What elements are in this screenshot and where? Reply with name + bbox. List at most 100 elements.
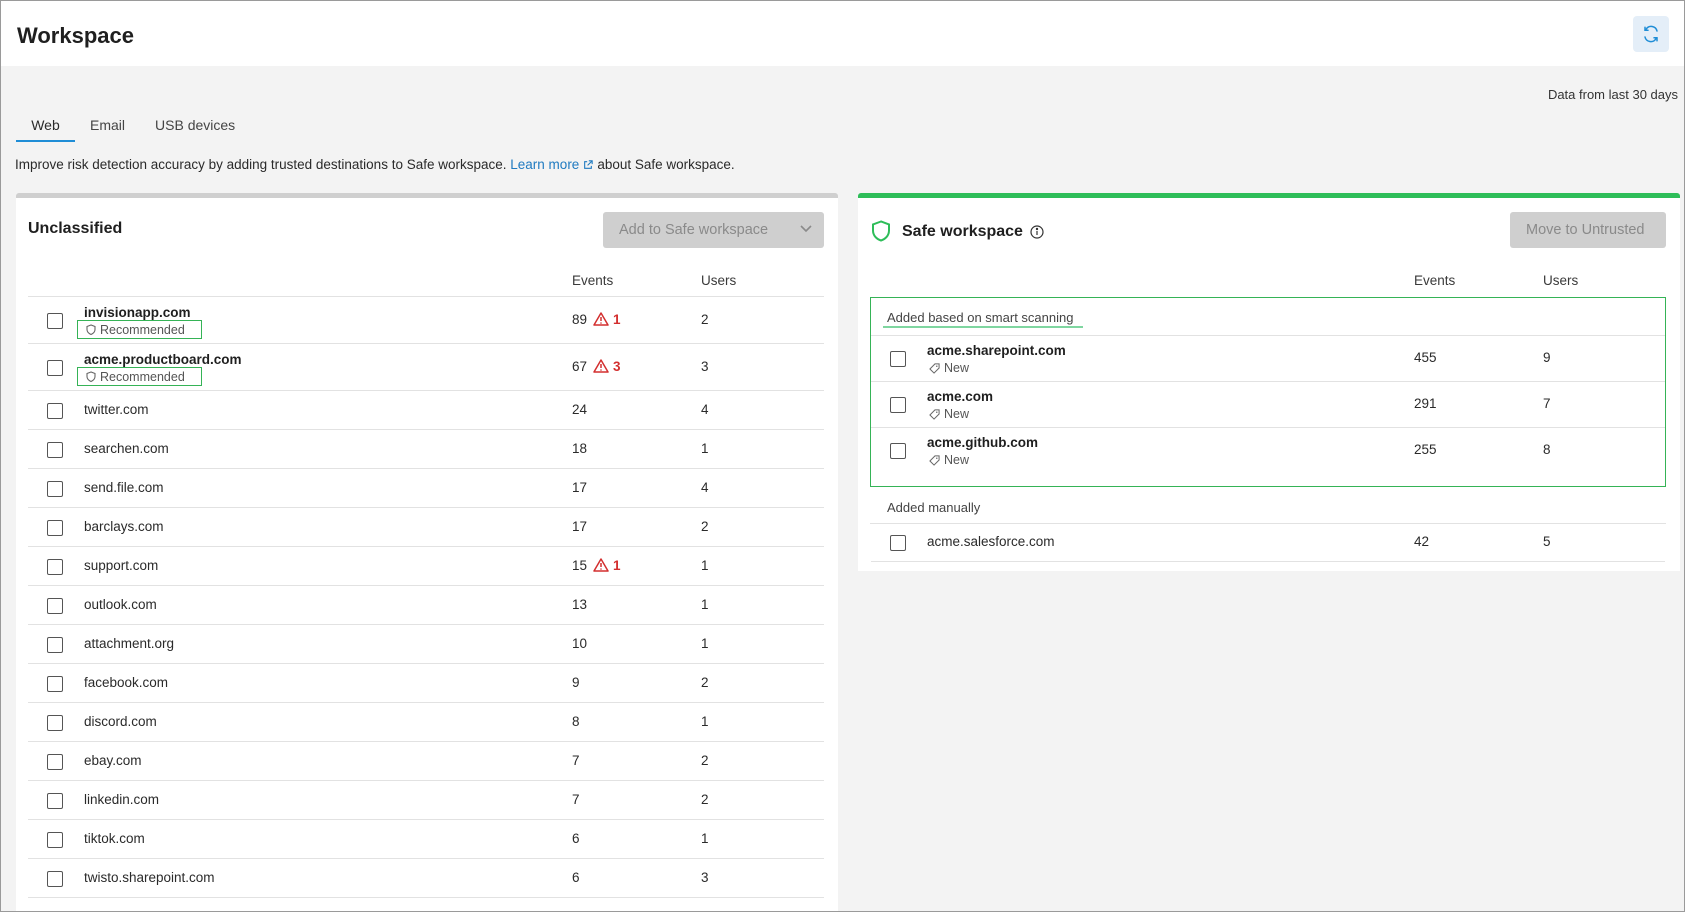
table-row[interactable]: searchen.com 18 1 — [28, 430, 824, 469]
new-label: New — [944, 407, 970, 421]
smart-label-underline — [883, 326, 1083, 328]
domain-name: twisto.sharepoint.com — [84, 869, 215, 885]
domain-name: twitter.com — [84, 401, 149, 417]
new-label: New — [944, 453, 970, 467]
events-count: 6 — [572, 870, 580, 885]
row-checkbox[interactable] — [47, 480, 63, 497]
row-checkbox[interactable] — [47, 312, 63, 329]
domain-name: acme.github.com — [927, 435, 1039, 450]
events-value: 6 — [572, 869, 580, 885]
warning-icon — [593, 558, 609, 572]
domain-name: tiktok.com — [84, 830, 145, 846]
table-row[interactable]: facebook.com 9 2 — [28, 664, 824, 703]
table-row[interactable]: acme.github.com New 255 8 — [871, 428, 1665, 474]
row-checkbox[interactable] — [890, 443, 906, 459]
row-checkbox[interactable] — [47, 441, 63, 458]
row-checkbox[interactable] — [890, 397, 906, 413]
domain-name: linkedin.com — [84, 791, 160, 807]
warning-icon — [593, 312, 609, 326]
tag-icon — [929, 408, 940, 420]
row-checkbox[interactable] — [47, 870, 63, 887]
row-checkbox[interactable] — [47, 675, 63, 692]
users-count: 5 — [1543, 534, 1551, 549]
domain-name: support.com — [84, 557, 159, 573]
row-checkbox[interactable] — [47, 831, 63, 848]
events-value: 7 — [572, 791, 580, 807]
alert-indicator[interactable]: 1 — [593, 312, 621, 327]
refresh-button[interactable] — [1633, 15, 1669, 52]
domain-name: outlook.com — [84, 596, 157, 612]
domain-name: invisionapp.com — [84, 305, 191, 320]
events-value: 89 — [572, 311, 588, 327]
tag-icon — [929, 362, 940, 374]
events-count: 255 — [1414, 442, 1437, 457]
events-count: 89 1 — [572, 312, 621, 327]
safe-users-column-header: Users — [1543, 273, 1579, 288]
table-row[interactable]: acme.productboard.com Recommended 67 3 3 — [28, 344, 824, 391]
alert-indicator[interactable]: 1 — [593, 558, 621, 573]
external-link-icon — [584, 160, 594, 169]
alert-count: 1 — [613, 311, 621, 327]
alert-indicator[interactable]: 3 — [593, 359, 621, 374]
table-row[interactable]: discord.com 8 1 — [28, 703, 824, 742]
row-checkbox[interactable] — [890, 535, 906, 551]
shield-icon — [86, 324, 96, 335]
table-row[interactable]: outlook.com 13 1 — [28, 586, 824, 625]
tab-email[interactable]: Email — [90, 115, 125, 142]
domain-name: acme.sharepoint.com — [927, 343, 1066, 358]
users-count: 1 — [701, 557, 709, 573]
table-row[interactable]: barclays.com 17 2 — [28, 508, 824, 547]
events-value: 10 — [572, 635, 588, 651]
users-count: 3 — [701, 869, 709, 885]
tab-web[interactable]: Web — [16, 115, 75, 142]
events-value: 9 — [572, 674, 580, 690]
safe-events-column-header: Events — [1414, 273, 1456, 288]
table-row[interactable]: ebay.com 7 2 — [28, 742, 824, 781]
move-button-label: Move to Untrusted — [1526, 222, 1645, 238]
domain-name: searchen.com — [84, 440, 169, 456]
users-count: 1 — [701, 713, 709, 729]
move-to-untrusted-button[interactable]: Move to Untrusted — [1510, 212, 1666, 248]
add-to-safe-workspace-button[interactable]: Add to Safe workspace — [603, 212, 824, 248]
users-count: 1 — [701, 596, 709, 612]
events-count: 15 1 — [572, 558, 621, 573]
table-row[interactable]: acme.sharepoint.com New 455 9 — [871, 336, 1665, 382]
learn-more-link[interactable]: Learn more — [510, 157, 579, 172]
events-count: 67 3 — [572, 359, 621, 374]
table-row[interactable]: send.file.com 17 4 — [28, 469, 824, 508]
table-row[interactable]: acme.salesforce.com 42 5 — [871, 524, 1665, 562]
users-count: 4 — [701, 479, 709, 495]
domain-name: ebay.com — [84, 752, 142, 768]
table-row[interactable]: twisto.sharepoint.com 6 3 — [28, 859, 824, 898]
users-count: 9 — [1543, 350, 1551, 365]
table-row[interactable]: linkedin.com 7 2 — [28, 781, 824, 820]
intro-before: Improve risk detection accuracy by addin… — [15, 157, 507, 172]
tab-usb-devices[interactable]: USB devices — [155, 115, 235, 142]
events-value: 24 — [572, 401, 588, 417]
table-row[interactable]: acme.com New 291 7 — [871, 382, 1665, 428]
row-checkbox[interactable] — [47, 597, 63, 614]
events-count: 17 — [572, 480, 587, 495]
row-checkbox[interactable] — [47, 519, 63, 536]
row-checkbox[interactable] — [47, 792, 63, 809]
table-row[interactable]: twitter.com 24 4 — [28, 391, 824, 430]
table-row[interactable]: support.com 15 1 1 — [28, 547, 824, 586]
info-icon[interactable] — [1030, 225, 1044, 239]
row-checkbox[interactable] — [47, 753, 63, 770]
users-count: 2 — [701, 518, 709, 534]
events-value: 7 — [572, 752, 580, 768]
row-checkbox[interactable] — [890, 351, 906, 367]
users-count: 1 — [701, 635, 709, 651]
row-checkbox[interactable] — [47, 558, 63, 575]
users-count: 3 — [701, 358, 709, 374]
table-row[interactable]: attachment.org 10 1 — [28, 625, 824, 664]
row-checkbox[interactable] — [47, 636, 63, 653]
row-checkbox[interactable] — [47, 359, 63, 376]
table-row[interactable]: invisionapp.com Recommended 89 1 2 — [28, 297, 824, 344]
row-checkbox[interactable] — [47, 402, 63, 419]
events-value: 17 — [572, 479, 588, 495]
domain-name: discord.com — [84, 713, 157, 729]
events-count: 7 — [572, 753, 580, 768]
row-checkbox[interactable] — [47, 714, 63, 731]
table-row[interactable]: tiktok.com 6 1 — [28, 820, 824, 859]
